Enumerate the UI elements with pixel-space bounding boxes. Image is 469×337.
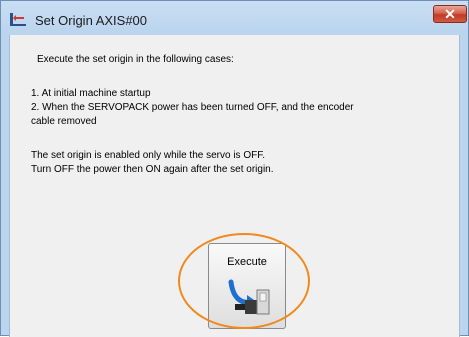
- intro-text: Execute the set origin in the following …: [37, 54, 234, 65]
- close-button[interactable]: ✕: [433, 5, 467, 23]
- case-1-text: 1. At initial machine startup: [31, 88, 151, 99]
- servo-off-note: The set origin is enabled only while the…: [31, 150, 265, 161]
- case-2-continued-text: cable removed: [31, 116, 97, 127]
- set-origin-icon: [10, 13, 26, 26]
- highlight-circle: [178, 233, 310, 329]
- case-2-text: 2. When the SERVOPACK power has been tur…: [31, 102, 354, 113]
- window-title: Set Origin AXIS#00: [35, 13, 148, 28]
- title-bar[interactable]: Set Origin AXIS#00 ✕: [1, 1, 468, 35]
- close-icon: ✕: [444, 6, 456, 22]
- power-cycle-note: Turn OFF the power then ON again after t…: [31, 164, 274, 175]
